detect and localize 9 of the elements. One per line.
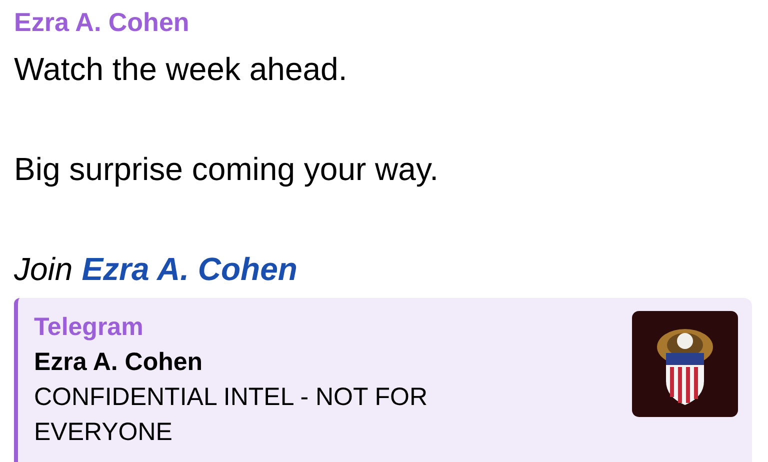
link-preview-card[interactable]: Telegram Ezra A. Cohen CONFIDENTIAL INTEL - NOT FOR EVERYONE [14, 298, 752, 462]
preview-description: CONFIDENTIAL INTEL - NOT FOR EVERYONE [34, 382, 429, 448]
preview-title: Ezra A. Cohen [34, 347, 204, 378]
message-text: Watch the week ahead. [14, 50, 348, 89]
message-text: Big surprise coming your way. [14, 150, 440, 189]
join-text: Join [14, 250, 73, 289]
channel-link[interactable]: Ezra A. Cohen [82, 244, 298, 294]
sender-name[interactable]: Ezra A. Cohen [14, 4, 752, 40]
preview-site-name: Telegram [34, 312, 144, 343]
